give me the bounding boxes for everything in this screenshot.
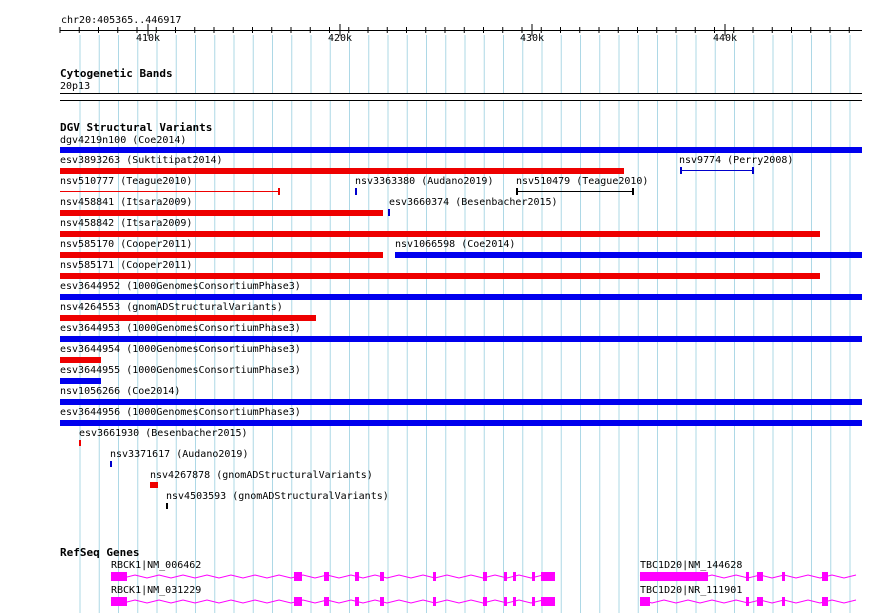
gene-exon <box>532 597 535 606</box>
gene-exon <box>111 597 127 606</box>
gene-exon <box>433 597 436 606</box>
gene-exon <box>640 597 650 606</box>
gene-exon <box>757 597 763 606</box>
gene-exon <box>513 597 516 606</box>
gene-exon <box>504 572 507 581</box>
gene-exon <box>541 572 555 581</box>
gene-exon <box>380 597 384 606</box>
gene-exon <box>513 572 516 581</box>
gene-exon <box>324 597 329 606</box>
gene-exon <box>355 597 359 606</box>
gene-exon <box>294 597 302 606</box>
genome-browser-canvas: chr20:405365..446917 410k 420k 430k 440k… <box>0 0 890 613</box>
gene-exon <box>532 572 535 581</box>
gene-exon <box>504 597 507 606</box>
undefined <box>110 574 556 579</box>
gene-exon <box>355 572 359 581</box>
gene-exon <box>433 572 436 581</box>
gene-exon <box>746 597 749 606</box>
gene-exon <box>746 572 749 581</box>
gene-exon <box>640 572 708 581</box>
gene-exon <box>541 597 555 606</box>
gene-exon <box>782 572 785 581</box>
refseq-gene-models[interactable] <box>0 0 890 613</box>
gene-exon <box>483 572 487 581</box>
gene-exon <box>324 572 329 581</box>
gene-exon <box>111 572 127 581</box>
gene-exon <box>294 572 302 581</box>
gene-exon <box>380 572 384 581</box>
gene-exon <box>822 572 828 581</box>
gene-exon <box>483 597 487 606</box>
gene-exon <box>757 572 763 581</box>
gene-exon <box>822 597 828 606</box>
undefined <box>110 599 556 604</box>
gene-exon <box>782 597 785 606</box>
